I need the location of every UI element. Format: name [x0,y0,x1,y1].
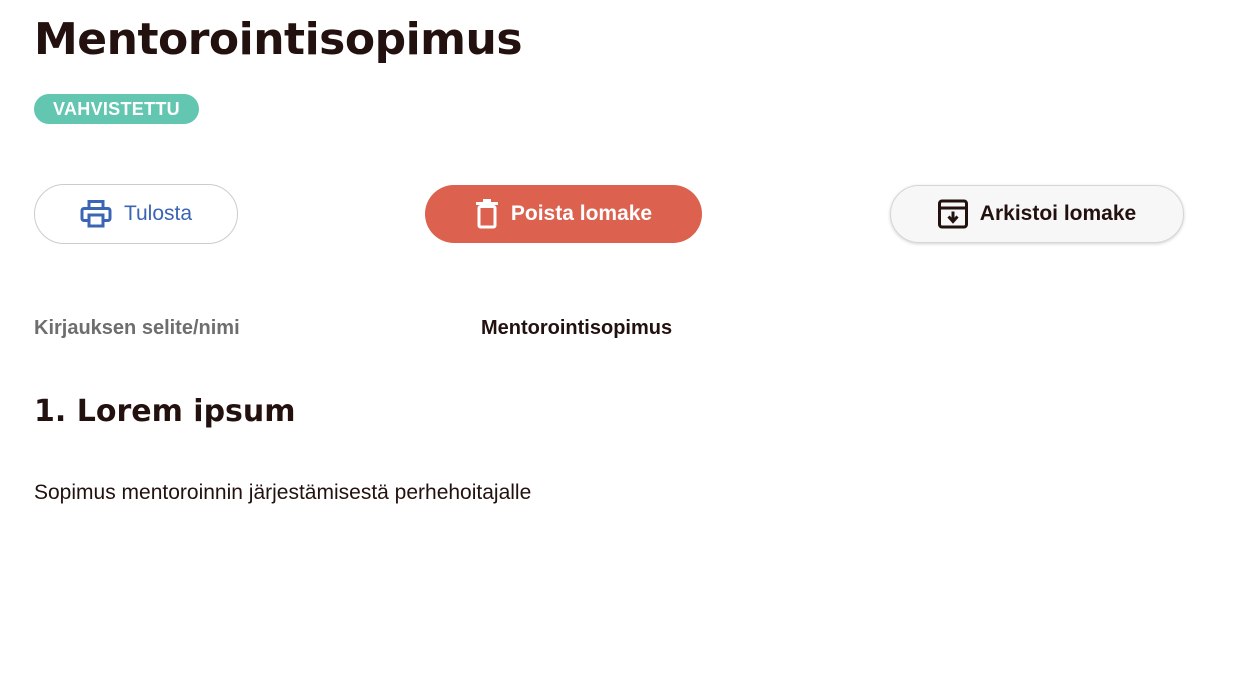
archive-icon [937,199,968,229]
field-label-entry-name: Kirjauksen selite/nimi [34,317,240,339]
delete-button-label: Poista lomake [510,202,653,225]
status-badge: VAHVISTETTU [34,94,199,124]
section-text: Sopimus mentoroinnin järjestämisestä per… [34,481,532,504]
print-button-label: Tulosta [123,202,193,225]
delete-form-button[interactable]: Poista lomake [425,185,702,243]
print-button[interactable]: Tulosta [34,184,238,244]
page-title: Mentorointisopimus [34,14,523,65]
field-value-entry-name: Mentorointisopimus [481,317,673,339]
archive-button-label: Arkistoi lomake [979,202,1137,225]
section-heading: 1. Lorem ipsum [34,394,296,429]
trash-icon [475,199,499,229]
printer-icon [80,200,112,228]
archive-form-button[interactable]: Arkistoi lomake [890,185,1184,243]
